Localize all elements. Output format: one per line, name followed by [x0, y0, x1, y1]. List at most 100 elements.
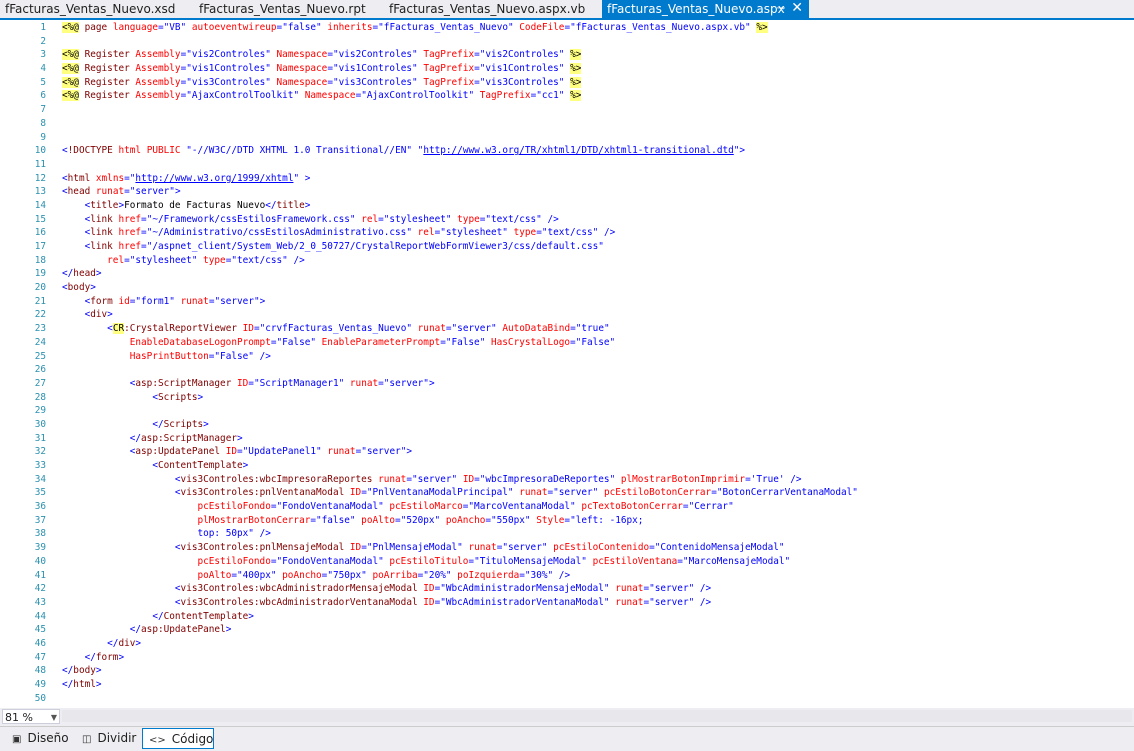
code-token: id — [118, 295, 130, 307]
code-token: Assembly — [135, 49, 181, 61]
close-icon[interactable]: ✕ — [791, 0, 803, 17]
code-token: runat — [378, 473, 407, 485]
line-code: plMostrarBotonCerrar="false" poAlto="520… — [62, 514, 643, 528]
code-token: div — [90, 309, 108, 321]
code-token: html — [73, 679, 96, 690]
code-token: ="stylesheet" — [124, 254, 198, 266]
code-token: ="wbcImpresoraDeReportes" — [474, 473, 616, 485]
horizontal-scrollbar[interactable] — [62, 710, 1132, 722]
line-number: 16 — [34, 227, 46, 239]
line-code: HasPrintButton="False" /> — [62, 350, 271, 364]
line-number: 27 — [34, 377, 46, 389]
line-number: 28 — [34, 391, 46, 403]
line-number: 29 — [34, 405, 46, 417]
code-token: > — [225, 624, 232, 636]
code-token: Namespace — [304, 90, 356, 102]
pin-icon[interactable]: ⊸ — [777, 0, 785, 18]
code-token: /> — [603, 227, 616, 239]
line-code: rel="stylesheet" type="text/css" /> — [62, 254, 305, 268]
code-token: pcEstiloFondo — [197, 501, 271, 513]
zoom-dropdown[interactable]: 81 % ▼ — [2, 709, 60, 724]
code-token: > — [95, 268, 102, 280]
code-token: ="server" — [547, 487, 599, 499]
code-editor[interactable]: 1 <%@ page language="VB" autoeventwireup=… — [0, 20, 1134, 708]
code-token: ="vis2Controles" — [180, 49, 271, 61]
code-token: ="30%" — [519, 569, 554, 581]
line-number: 22 — [34, 309, 46, 321]
code-view-button[interactable]: <> Código — [142, 728, 214, 749]
line-number: 9 — [40, 131, 46, 143]
line-code: <body> — [62, 281, 96, 295]
line-code: </ContentTemplate> — [62, 610, 254, 624]
code-token: runat — [95, 186, 125, 198]
code-token: http://www.w3.org/1999/xhtml — [135, 172, 294, 184]
line-code: <%@ Register Assembly="vis1Controles" Na… — [62, 62, 582, 76]
line-code: <link href="~/Framework/cssEstilosFramew… — [62, 213, 559, 227]
code-token: /> — [293, 254, 305, 266]
line-code: </asp:UpdatePanel> — [62, 623, 232, 637]
code-token: autoeventwireup — [191, 22, 277, 33]
line-number: 41 — [34, 569, 46, 581]
code-token: runat — [327, 446, 356, 458]
design-view-button[interactable]: ▣ Diseño — [6, 728, 69, 749]
line-code: </body> — [62, 664, 102, 678]
code-token: plMostrarBotonCerrar — [197, 514, 311, 526]
line-number: 17 — [34, 241, 46, 252]
line-code: <form id="form1" runat="server"> — [62, 295, 266, 309]
code-token: type — [203, 254, 226, 266]
line-number: 33 — [34, 460, 46, 471]
code-token: rel — [361, 213, 379, 225]
tab-xsd[interactable]: fFacturas_Ventas_Nuevo.xsd — [0, 0, 195, 18]
code-token: ="750px" — [321, 569, 367, 581]
split-view-button[interactable]: ◫ Dividir — [76, 728, 138, 749]
code-token: > — [135, 637, 142, 649]
code-token: ="vis3Controles" — [474, 76, 565, 88]
code-token: HasPrintButton — [129, 350, 209, 362]
code-token: <%@ — [62, 76, 79, 88]
tab-rpt[interactable]: fFacturas_Ventas_Nuevo.rpt — [194, 0, 366, 18]
code-token: vis3Controles:pnlVentanaModal — [180, 487, 345, 499]
code-token: Assembly — [135, 76, 181, 88]
code-token: %> — [570, 76, 582, 88]
line-number: 36 — [34, 501, 46, 513]
code-token: ="stylesheet" — [378, 213, 452, 225]
split-view-label: Dividir — [97, 731, 137, 745]
code-token: ID — [225, 446, 238, 458]
code-token: > — [90, 282, 96, 294]
code-token: ="text/css" — [536, 227, 599, 239]
tab-aspx[interactable]: fFacturas_Ventas_Nuevo.aspx ⊸ ✕ — [602, 0, 809, 20]
line-number: 30 — [34, 418, 46, 430]
line-code: <ContentTemplate> — [62, 459, 248, 473]
code-token: ="server" — [124, 186, 175, 198]
code-token: Register — [84, 76, 130, 88]
line-number: 21 — [34, 295, 46, 307]
code-token: html — [118, 145, 142, 157]
code-token: ="ContenidoMensajeModal" — [649, 542, 785, 554]
code-token: AutoDataBind — [502, 323, 571, 335]
code-token: ="UpdatePanel1" — [237, 446, 322, 458]
line-number: 32 — [34, 446, 46, 458]
code-token: ="fFacturas_Ventas_Nuevo.aspx.vb" — [564, 22, 751, 33]
code-token: Register — [84, 63, 130, 75]
tab-aspx-vb[interactable]: fFacturas_Ventas_Nuevo.aspx.vb — [384, 0, 599, 18]
line-code: </form> — [62, 651, 125, 665]
line-number: 39 — [34, 542, 46, 554]
code-token: </ — [62, 679, 74, 690]
line-number: 15 — [34, 213, 46, 225]
code-token: > — [259, 295, 266, 307]
code-token: EnableDatabaseLogonPrompt — [129, 336, 271, 348]
code-token: asp:ScriptManager — [141, 432, 237, 444]
tab-label: fFacturas_Ventas_Nuevo.aspx.vb — [389, 2, 586, 16]
code-token: ID — [423, 596, 435, 608]
line-number: 1 — [40, 22, 46, 33]
code-token: poAlto — [361, 514, 396, 526]
code-token: runat — [349, 377, 379, 389]
